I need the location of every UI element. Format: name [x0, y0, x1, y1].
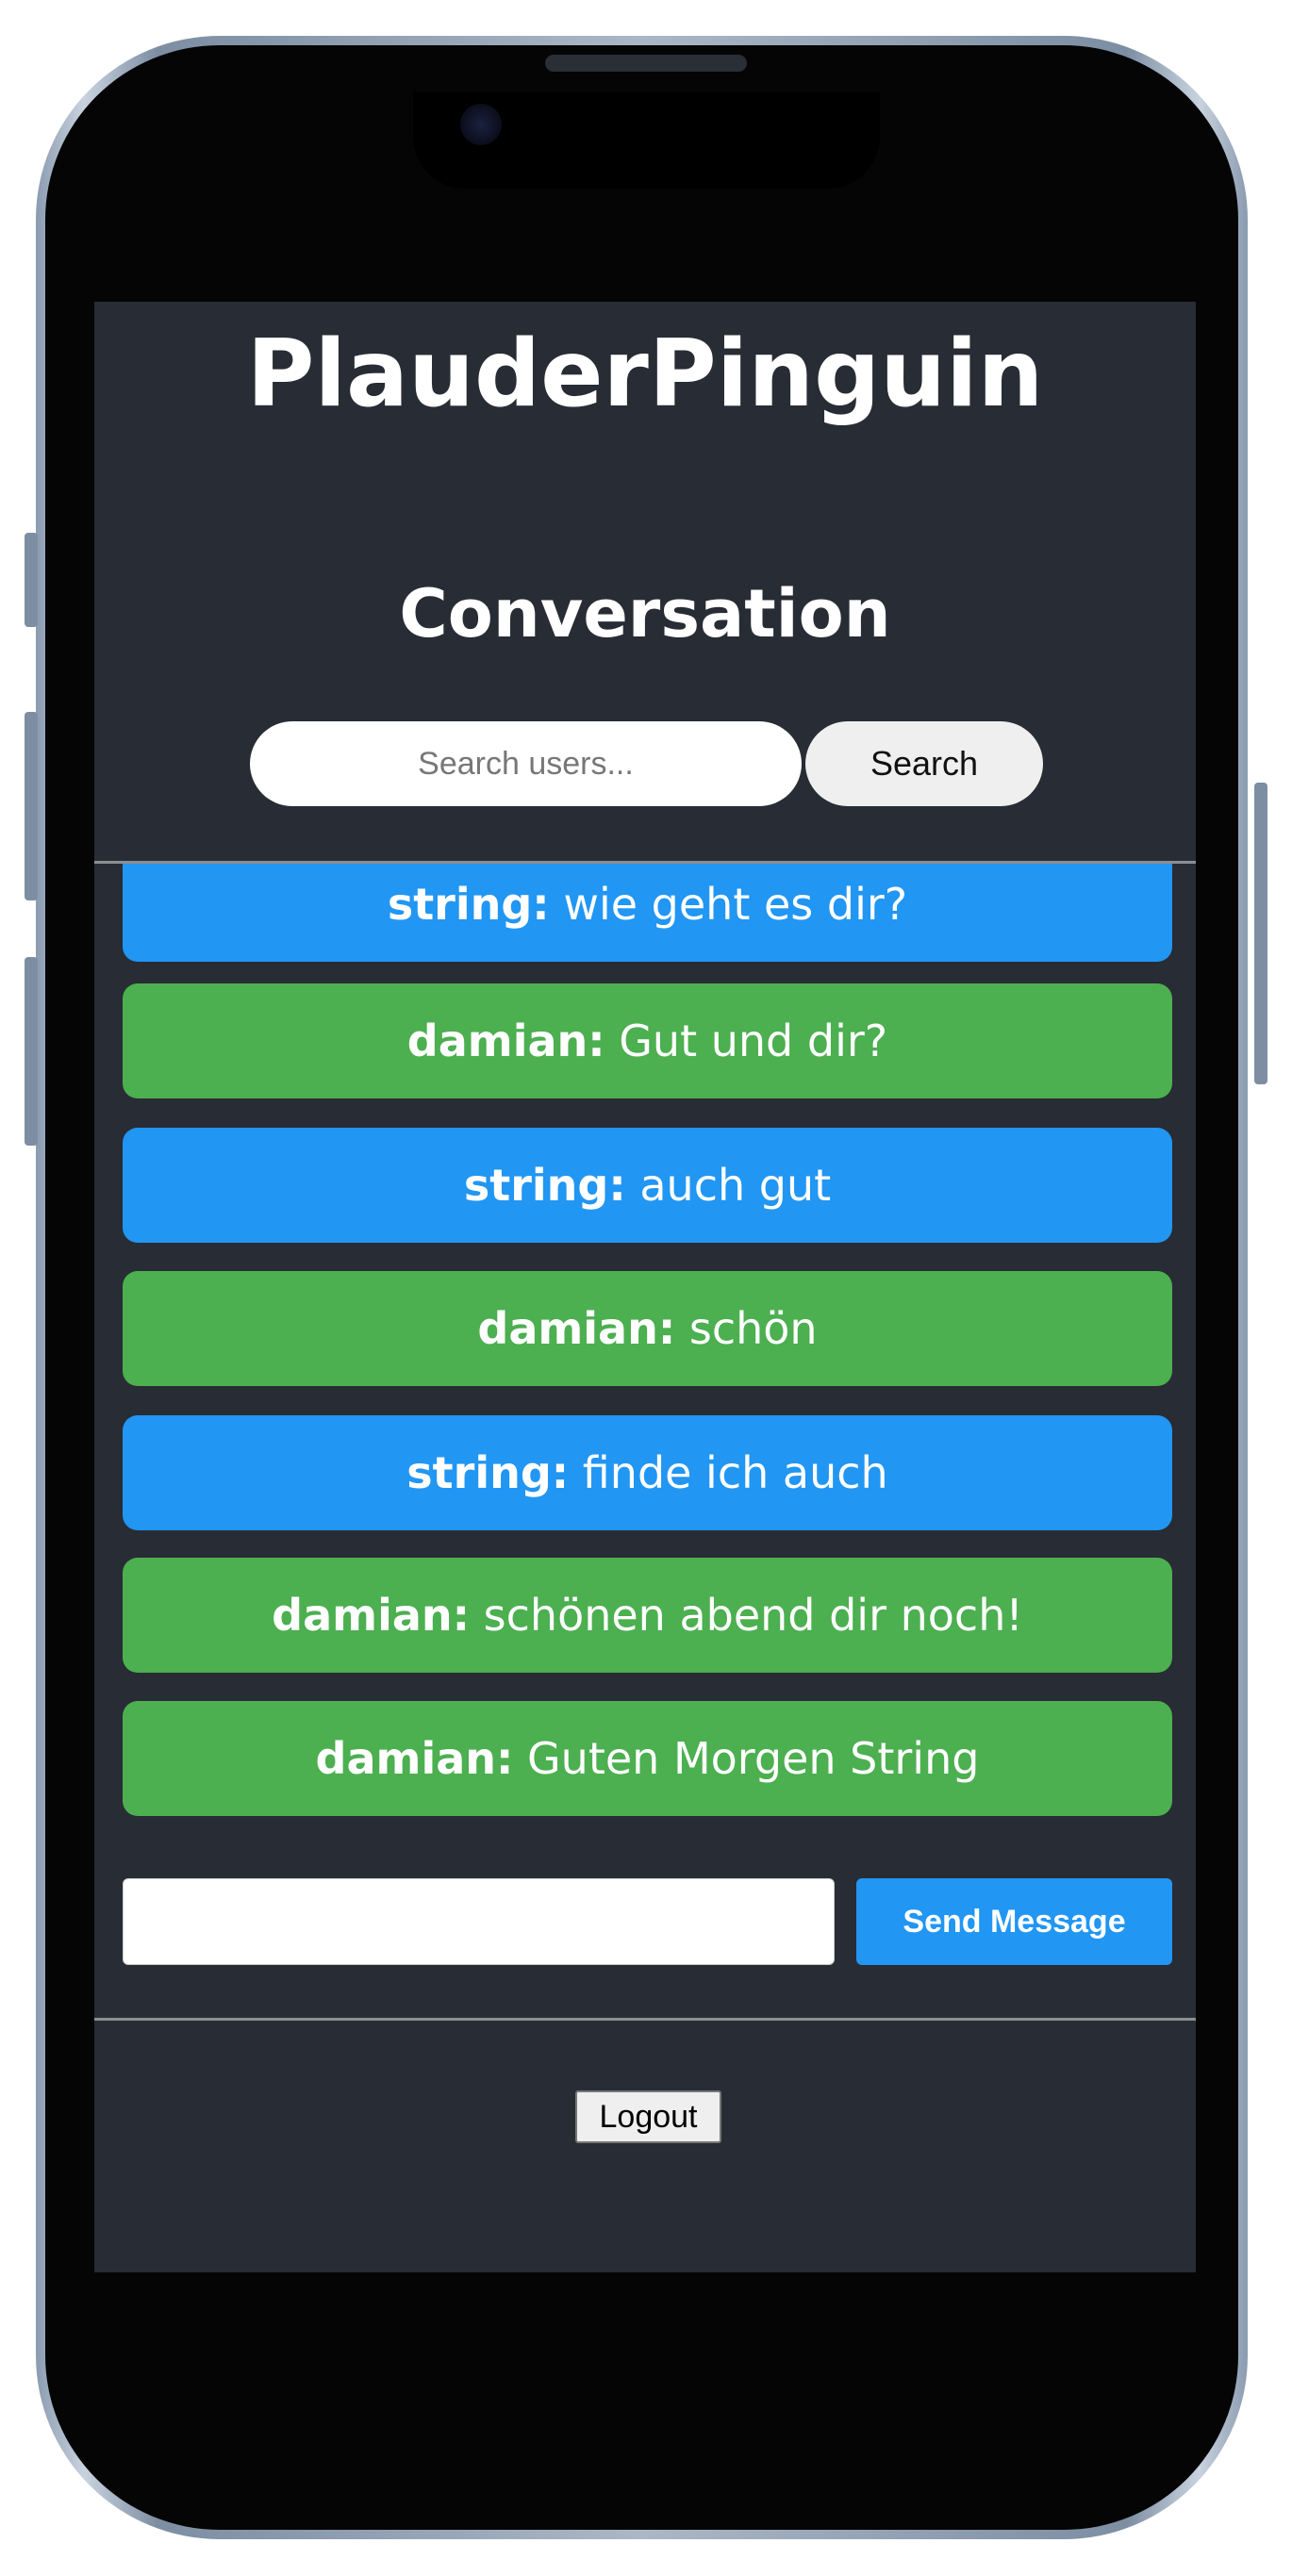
search-input[interactable] [250, 721, 802, 806]
message-bubble: damian: schön [123, 1271, 1172, 1386]
conversation-heading: Conversation [399, 575, 891, 652]
message-bubble: damian: Guten Morgen String [123, 1701, 1172, 1816]
message-list[interactable]: string: wie geht es dir? damian: Gut und … [123, 864, 1172, 1816]
silent-switch [25, 533, 38, 627]
message-bubble: damian: Gut und dir? [123, 983, 1172, 1098]
message-sender: string: [463, 1160, 626, 1211]
divider [94, 2018, 1196, 2021]
power-button [1254, 783, 1267, 1084]
message-sender: damian: [477, 1303, 676, 1354]
message-bubble: string: finde ich auch [123, 1415, 1172, 1530]
message-text: Gut und dir? [605, 1016, 888, 1066]
camera-icon [460, 104, 502, 145]
message-bubble: string: wie geht es dir? [123, 864, 1172, 962]
message-sender: string: [387, 879, 550, 930]
search-button[interactable]: Search [805, 721, 1043, 806]
message-bubble: damian: schönen abend dir noch! [123, 1558, 1172, 1673]
message-input[interactable] [123, 1878, 835, 1965]
speaker-grille [545, 55, 747, 72]
message-text: schön [675, 1303, 818, 1354]
message-text: finde ich auch [569, 1447, 888, 1498]
message-text: Guten Morgen String [513, 1733, 980, 1784]
volume-up-button [25, 712, 38, 900]
logout-button[interactable]: Logout [575, 2090, 721, 2143]
message-sender: damian: [272, 1590, 471, 1641]
message-text: schönen abend dir noch! [470, 1590, 1023, 1641]
send-message-button[interactable]: Send Message [856, 1878, 1172, 1965]
volume-down-button [25, 957, 38, 1146]
message-sender: damian: [315, 1733, 514, 1784]
app-screen: PlauderPinguin Conversation Search strin… [94, 302, 1196, 2272]
app-title: PlauderPinguin [246, 321, 1044, 428]
message-sender: string: [406, 1447, 570, 1498]
message-bubble: string: auch gut [123, 1128, 1172, 1243]
message-sender: damian: [406, 1016, 605, 1066]
message-text: auch gut [625, 1160, 832, 1211]
message-text: wie geht es dir? [549, 879, 908, 930]
